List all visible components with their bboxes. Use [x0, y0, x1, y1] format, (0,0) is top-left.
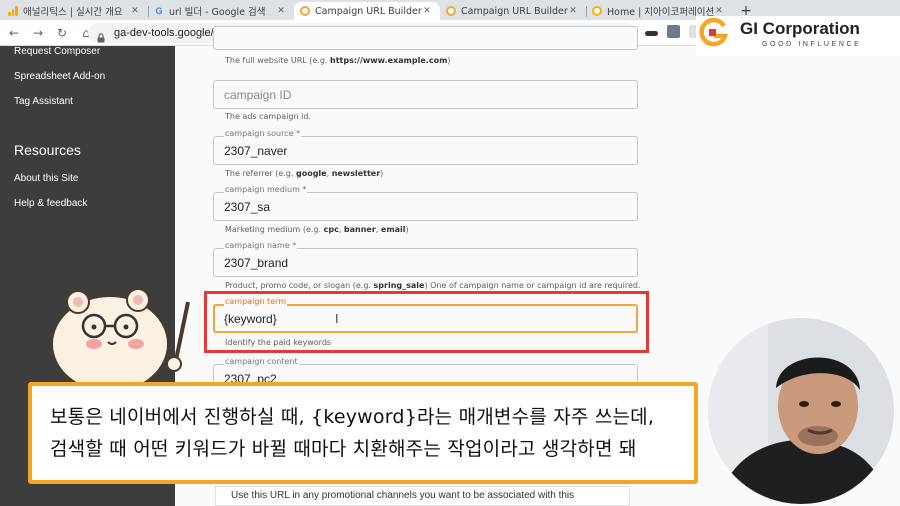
- campaign-medium-field[interactable]: campaign medium * 2307_sa: [213, 184, 638, 221]
- sidebar-item-request-composer[interactable]: Request Composer: [14, 46, 100, 57]
- logo-tagline: GOOD INFLUENCE: [762, 41, 862, 48]
- close-icon[interactable]: ✕: [568, 6, 578, 16]
- presenter-webcam: [708, 318, 894, 504]
- campaign-id-help: The ads campaign id.: [225, 112, 311, 121]
- tab-google-search[interactable]: G url 빌더 - Google 검색 ✕: [148, 2, 294, 20]
- analytics-favicon-icon: [8, 6, 18, 16]
- back-arrow-icon[interactable]: ←: [4, 23, 24, 43]
- campaign-id-field[interactable]: campaign ID: [213, 80, 638, 109]
- campaign-content-label: campaign content: [224, 356, 299, 368]
- company-logo: GI Corporation GOOD INFLUENCE: [696, 16, 900, 56]
- tab-campaign-url-builder[interactable]: Campaign URL Builder ✕: [294, 2, 440, 20]
- subtitle-caption: 보통은 네이버에서 진행하실 때, {keyword}라는 매개변수를 자주 쓰…: [28, 382, 698, 484]
- reload-icon[interactable]: ↻: [52, 23, 72, 43]
- extensions-area: [645, 25, 702, 38]
- campaign-name-help: Product, promo code, or slogan (e.g. spr…: [225, 281, 641, 290]
- extension-glasses-icon[interactable]: [645, 31, 658, 36]
- logo-name: GI Corporation: [740, 19, 860, 38]
- campaign-id-placeholder: campaign ID: [224, 88, 292, 102]
- highlight-box: [204, 291, 649, 353]
- sidebar-item-tag-assistant[interactable]: Tag Assistant: [14, 96, 73, 107]
- campaign-source-field[interactable]: campaign source * 2307_naver: [213, 128, 638, 165]
- tab-campaign-url-builder-2[interactable]: Campaign URL Builder ✕: [440, 2, 586, 20]
- sidebar-item-help-feedback[interactable]: Help & feedback: [14, 198, 87, 209]
- campaign-name-label: campaign name *: [224, 240, 298, 252]
- website-url-field[interactable]: [213, 26, 638, 50]
- website-url-help: The full website URL (e.g. https://www.e…: [225, 56, 451, 65]
- campaign-source-value: 2307_naver: [224, 144, 288, 158]
- close-icon[interactable]: ✕: [130, 6, 140, 16]
- tab-title: url 빌더 - Google 검색: [169, 7, 266, 18]
- hamster-mascot-icon: [51, 288, 190, 392]
- campaign-source-help: The referrer (e.g. google, newsletter): [225, 169, 384, 178]
- close-icon[interactable]: ✕: [422, 6, 432, 16]
- forward-arrow-icon[interactable]: →: [28, 23, 48, 43]
- close-icon[interactable]: ✕: [276, 6, 286, 16]
- gi-logo-mark-icon: [699, 18, 728, 47]
- ga-dev-tools-favicon-icon: [300, 6, 310, 16]
- campaign-source-label: campaign source *: [224, 128, 302, 140]
- sidebar-heading-resources: Resources: [14, 142, 81, 158]
- site-favicon-icon: [592, 6, 602, 16]
- campaign-medium-label: campaign medium *: [224, 184, 308, 196]
- generated-url-instructions: Use this URL in any promotional channels…: [231, 490, 575, 501]
- extension-code-icon[interactable]: [667, 25, 680, 38]
- caption-line-1: 보통은 네이버에서 진행하실 때, {keyword}라는 매개변수를 자주 쓰…: [50, 406, 655, 428]
- campaign-medium-help: Marketing medium (e.g. cpc, banner, emai…: [225, 225, 409, 234]
- tab-analytics-realtime[interactable]: 애널리틱스 | 실시간 개요 ✕: [2, 2, 148, 20]
- campaign-name-value: 2307_brand: [224, 256, 289, 270]
- tab-title: Campaign URL Builder: [315, 5, 422, 17]
- sidebar-item-about[interactable]: About this Site: [14, 173, 78, 184]
- google-favicon-icon: G: [155, 6, 163, 16]
- tab-title: 애널리틱스 | 실시간 개요: [23, 7, 123, 18]
- campaign-medium-value: 2307_sa: [224, 200, 271, 214]
- lock-icon: [96, 28, 106, 43]
- campaign-name-field[interactable]: campaign name * 2307_brand: [213, 240, 638, 277]
- ga-dev-tools-favicon-icon: [446, 6, 456, 16]
- tab-title: Campaign URL Builder: [461, 5, 568, 17]
- close-icon[interactable]: ✕: [714, 6, 724, 16]
- caption-line-2: 검색할 때 어떤 키워드가 바뀔 때마다 치환해주는 작업이라고 생각하면 돼: [50, 438, 637, 460]
- sidebar-item-spreadsheet-add-on[interactable]: Spreadsheet Add-on: [14, 71, 105, 82]
